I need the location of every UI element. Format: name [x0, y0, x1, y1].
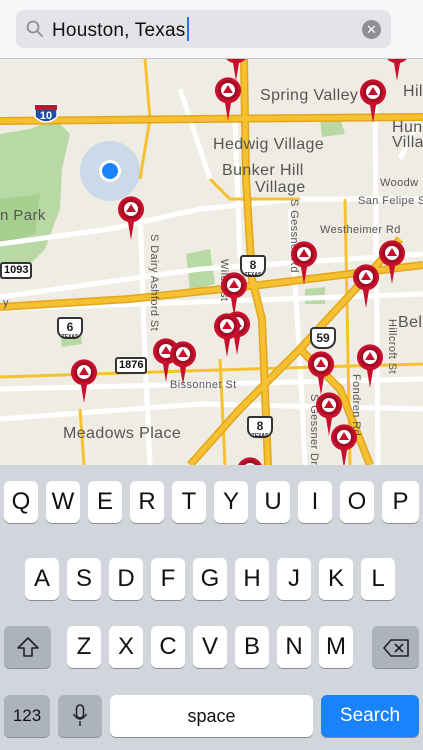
search-input[interactable]: Houston, Texas — [52, 17, 190, 42]
shield-number: 8 — [249, 258, 257, 272]
map-label-hil: Hil — [403, 83, 423, 100]
map-label-westheimer: Westheimer Rd — [320, 224, 401, 236]
shield-number: 6 — [66, 320, 74, 334]
map-label-villa: Villa — [392, 134, 423, 151]
key-z[interactable]: Z — [67, 626, 101, 668]
store-pin-9[interactable] — [220, 272, 248, 316]
key-g[interactable]: G — [193, 558, 227, 600]
store-pin-5[interactable] — [117, 196, 145, 240]
dictation-key[interactable] — [58, 695, 102, 737]
farm-road-1093-shield: 1093 — [0, 262, 33, 279]
farm-road-1876-shield: 1876 — [115, 357, 148, 374]
key-w[interactable]: W — [46, 481, 80, 523]
key-u[interactable]: U — [256, 481, 290, 523]
key-t[interactable]: T — [172, 481, 206, 523]
search-key[interactable]: Search — [321, 695, 419, 737]
map-label-bunker-hill-village: Village — [255, 179, 306, 196]
store-pin-16[interactable] — [356, 344, 384, 388]
map-label-spring-valley: Spring Valley — [260, 87, 359, 104]
key-f[interactable]: F — [151, 558, 185, 600]
store-pin-11[interactable] — [213, 313, 241, 357]
map-label-meadows-place: Meadows Place — [63, 425, 182, 442]
key-v[interactable]: V — [193, 626, 227, 668]
key-j[interactable]: J — [277, 558, 311, 600]
store-pin-19[interactable] — [236, 457, 264, 465]
interstate-10-shield: 10 — [33, 103, 59, 127]
key-m[interactable]: M — [319, 626, 353, 668]
map-label-san-felipe: San Felipe S — [358, 195, 423, 207]
delete-key[interactable] — [372, 626, 419, 668]
key-d[interactable]: D — [109, 558, 143, 600]
store-pin-8[interactable] — [352, 264, 380, 308]
search-bar: Houston, Texas ✕ — [0, 0, 423, 59]
state-highway-8-shield-south: 8 TEXAS — [247, 416, 273, 439]
us-59-shield: 59 — [310, 327, 336, 349]
key-i[interactable]: I — [298, 481, 332, 523]
map-view[interactable]: Spring Valley Hil Hun Villa Hedwig Villa… — [0, 59, 423, 465]
key-h[interactable]: H — [235, 558, 269, 600]
store-pin-6[interactable] — [290, 241, 318, 285]
map-label-bunker-hill: Bunker Hill — [222, 162, 304, 179]
map-label-park: n Park — [0, 207, 46, 224]
key-y[interactable]: Y — [214, 481, 248, 523]
clear-search-button[interactable]: ✕ — [362, 20, 381, 39]
search-icon — [26, 20, 44, 43]
shield-number: 1876 — [119, 359, 144, 371]
shield-number: 1093 — [4, 264, 29, 276]
key-c[interactable]: C — [151, 626, 185, 668]
text-caret — [187, 17, 190, 41]
key-r[interactable]: R — [130, 481, 164, 523]
shield-number: 8 — [256, 419, 264, 433]
key-s[interactable]: S — [67, 558, 101, 600]
key-p[interactable]: P — [382, 481, 419, 523]
store-pin-2[interactable] — [383, 59, 411, 81]
store-pin-14[interactable] — [70, 359, 98, 403]
map-label-woodway: Woodw — [380, 177, 419, 189]
shield-number: 59 — [316, 331, 330, 345]
interstate-10-number: 10 — [39, 110, 53, 122]
shield-state: TEXAS — [251, 433, 269, 439]
key-o[interactable]: O — [340, 481, 374, 523]
key-a[interactable]: A — [25, 558, 59, 600]
map-label-y: y — [3, 297, 9, 309]
store-pin-18[interactable] — [330, 424, 358, 465]
key-b[interactable]: B — [235, 626, 269, 668]
store-pin-13[interactable] — [169, 341, 197, 385]
key-l[interactable]: L — [361, 558, 395, 600]
numbers-key[interactable]: 123 — [4, 695, 50, 737]
search-field[interactable]: Houston, Texas ✕ — [16, 10, 391, 48]
store-pin-15[interactable] — [307, 351, 335, 395]
state-highway-6-shield: 6 TEXAS — [57, 317, 83, 340]
map-label-bellaire: Bel — [398, 314, 423, 331]
key-q[interactable]: Q — [4, 481, 38, 523]
backspace-icon — [382, 633, 410, 660]
store-pin-4[interactable] — [359, 79, 387, 123]
map-label-dairy-ashford: S Dairy Ashford St — [148, 234, 160, 332]
store-pin-7[interactable] — [378, 240, 406, 284]
store-pin-3[interactable] — [214, 77, 242, 121]
space-key[interactable]: space — [110, 695, 313, 737]
key-x[interactable]: X — [109, 626, 143, 668]
shift-key[interactable] — [4, 626, 51, 668]
map-label-hedwig-village: Hedwig Village — [213, 136, 325, 153]
current-location-indicator[interactable] — [80, 141, 140, 201]
shift-icon — [16, 633, 40, 660]
keyboard: Q W E R T Y U I O P A S D F G H J K L Z … — [0, 465, 423, 750]
microphone-icon — [72, 702, 88, 729]
map-label-hillcroft: Hillcroft St — [386, 319, 398, 374]
key-n[interactable]: N — [277, 626, 311, 668]
shield-state: TEXAS — [61, 334, 79, 340]
key-k[interactable]: K — [319, 558, 353, 600]
key-e[interactable]: E — [88, 481, 122, 523]
